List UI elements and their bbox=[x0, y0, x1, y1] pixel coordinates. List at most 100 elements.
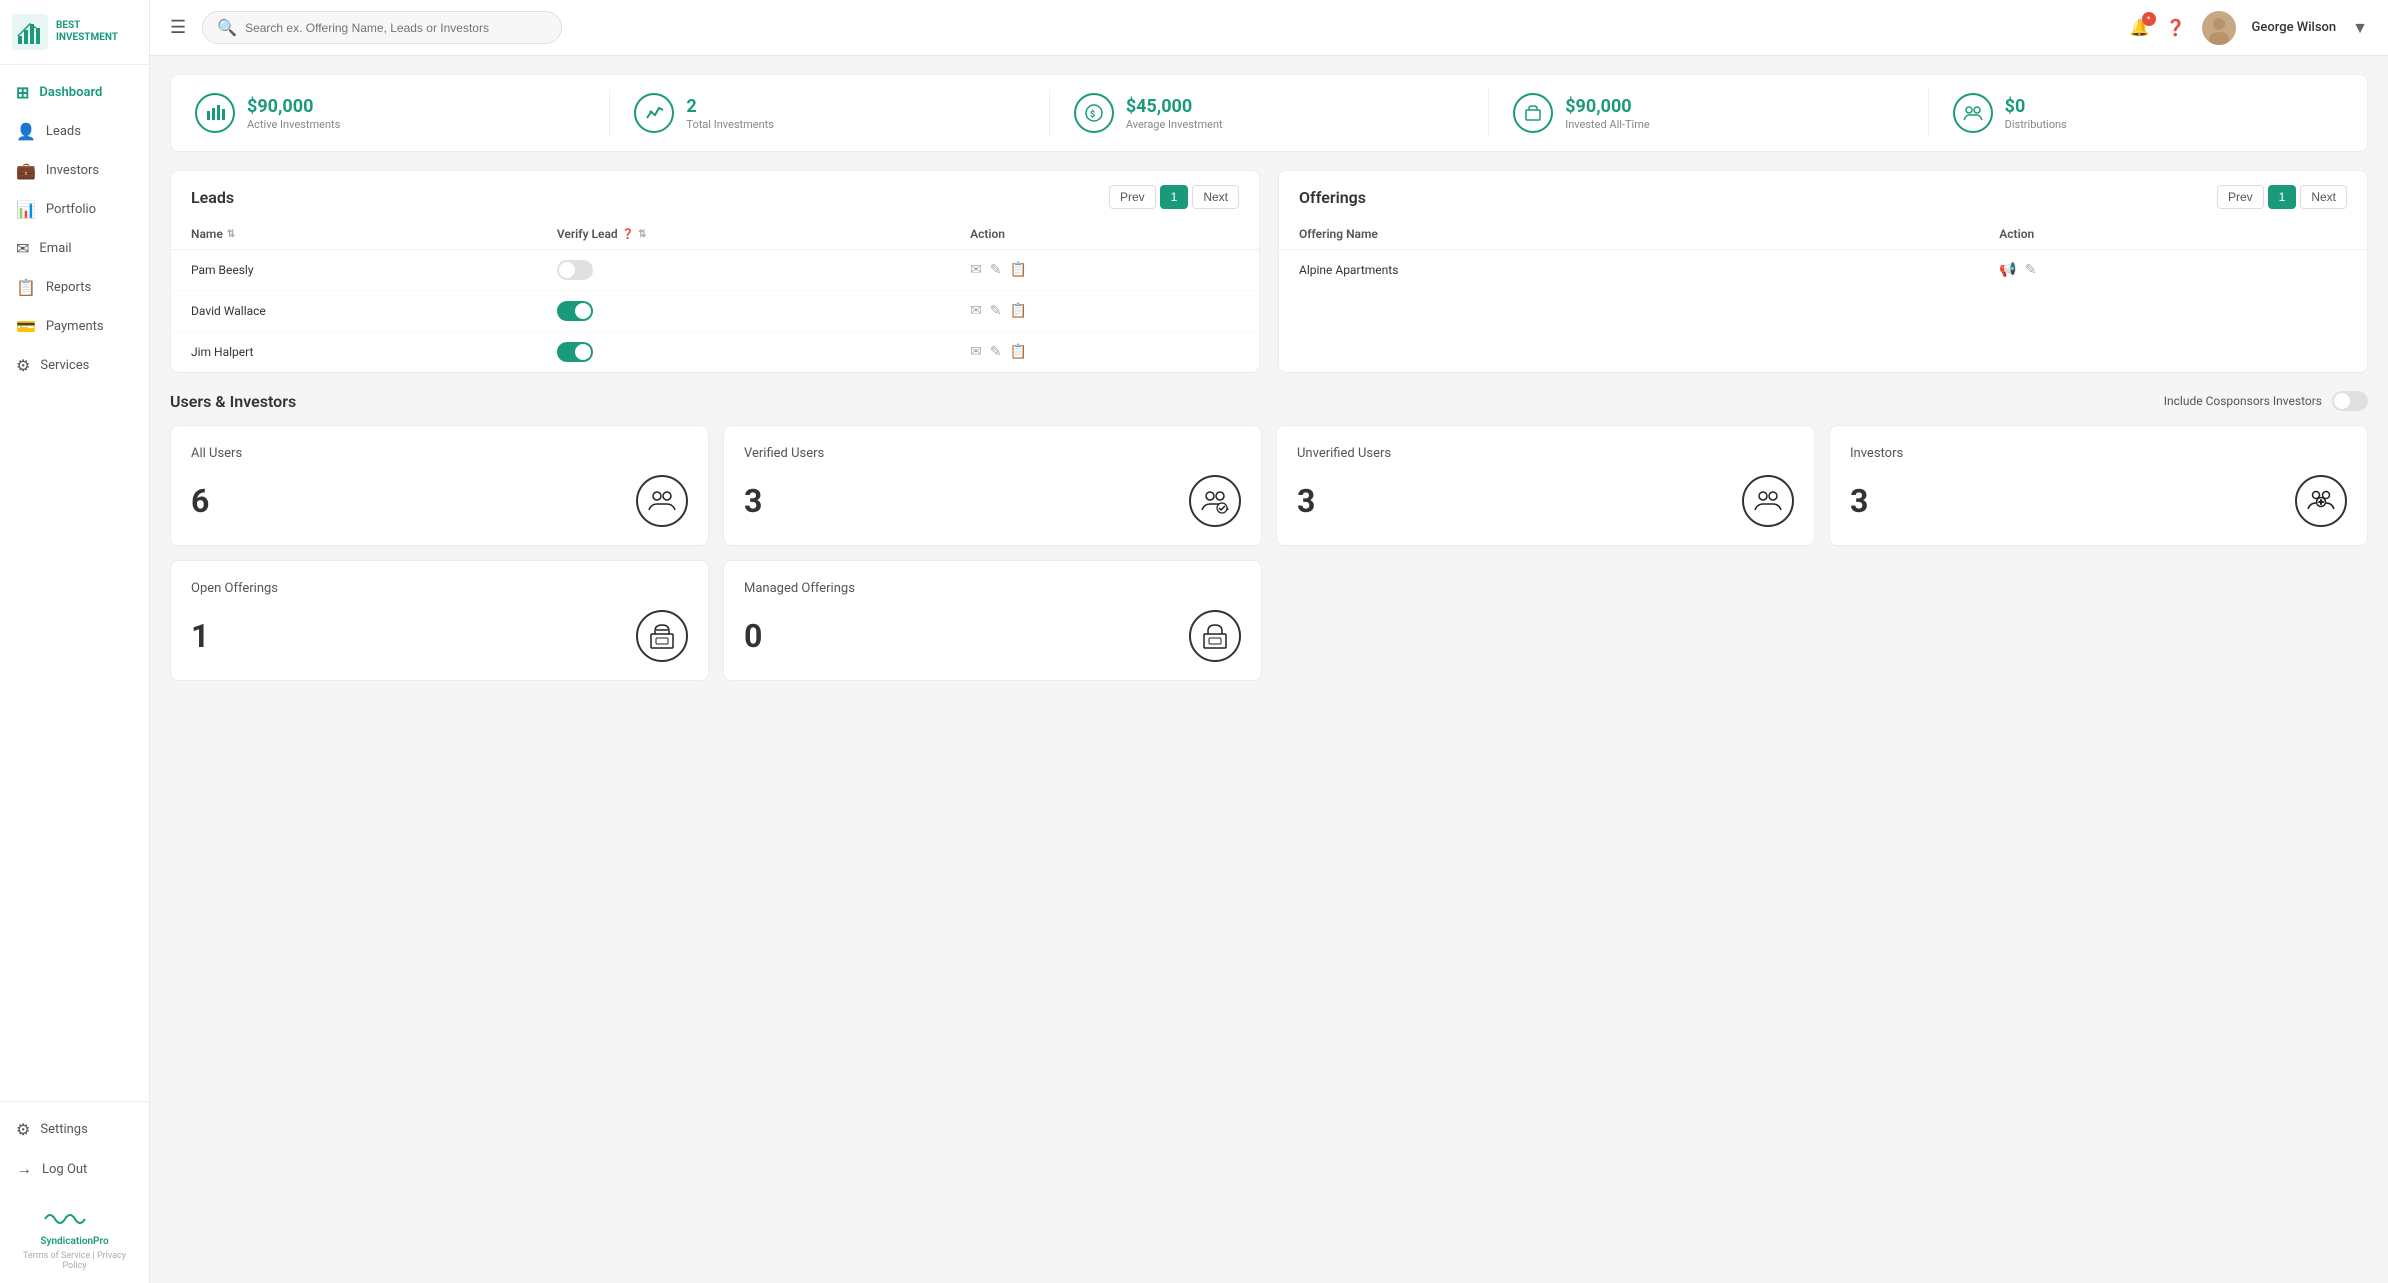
leads-prev-button[interactable]: Prev bbox=[1109, 185, 1156, 209]
managed-offerings-content: 0 bbox=[744, 610, 1241, 662]
all-users-icon bbox=[636, 475, 688, 527]
sidebar-item-settings[interactable]: ⚙ Settings bbox=[0, 1110, 149, 1149]
cosponsors-toggle-container: Include Cosponsors Investors bbox=[2164, 391, 2368, 411]
managed-offerings-card[interactable]: Managed Offerings 0 bbox=[723, 560, 1262, 681]
email-action-icon[interactable]: ✉ bbox=[970, 262, 982, 278]
sidebar-item-logout[interactable]: → Log Out bbox=[0, 1149, 149, 1189]
offerings-prev-button[interactable]: Prev bbox=[2217, 185, 2264, 209]
notification-badge: 🔔 * bbox=[2130, 18, 2150, 37]
distributions-label: Distributions bbox=[2005, 118, 2067, 131]
sidebar-item-portfolio[interactable]: 📊 Portfolio bbox=[0, 190, 149, 229]
leads-next-button[interactable]: Next bbox=[1192, 185, 1239, 209]
average-investment-label: Average Investment bbox=[1126, 118, 1223, 131]
unverified-users-title: Unverified Users bbox=[1297, 446, 1794, 461]
verify-help-icon[interactable]: ❓ bbox=[622, 229, 634, 240]
lead-actions: ✉ ✎ 📋 bbox=[970, 262, 1239, 278]
sidebar-item-leads[interactable]: 👤 Leads bbox=[0, 112, 149, 151]
copy-action-icon[interactable]: 📋 bbox=[1010, 303, 1027, 319]
table-row: Alpine Apartments 📢 ✎ bbox=[1279, 250, 2367, 291]
total-investments-value: 2 bbox=[686, 96, 774, 117]
svg-text:$: $ bbox=[1090, 109, 1095, 120]
search-input[interactable] bbox=[245, 21, 547, 35]
user-menu-icon[interactable]: ▼ bbox=[2352, 18, 2368, 38]
lead-name: Pam Beesly bbox=[171, 250, 537, 291]
menu-icon[interactable]: ☰ bbox=[170, 17, 186, 38]
edit-action-icon[interactable]: ✎ bbox=[990, 262, 1002, 278]
unverified-users-card[interactable]: Unverified Users 3 bbox=[1276, 425, 1815, 546]
services-icon: ⚙ bbox=[16, 356, 30, 375]
main-content: ☰ 🔍 🔔 * ❓ George Wilson ▼ bbox=[150, 0, 2388, 1283]
offerings-page-1-button[interactable]: 1 bbox=[2268, 185, 2297, 209]
two-col-section: Leads Prev 1 Next Name ⇅ bbox=[170, 170, 2368, 373]
verify-sort-icon[interactable]: ⇅ bbox=[638, 229, 646, 240]
verify-toggle-jim[interactable] bbox=[557, 342, 593, 362]
email-action-icon[interactable]: ✉ bbox=[970, 344, 982, 360]
offerings-next-button[interactable]: Next bbox=[2300, 185, 2347, 209]
terms-link[interactable]: Terms of Service bbox=[23, 1251, 90, 1261]
sidebar-item-services[interactable]: ⚙ Services bbox=[0, 346, 149, 385]
avatar bbox=[2202, 11, 2236, 45]
email-action-icon[interactable]: ✉ bbox=[970, 303, 982, 319]
investors-card[interactable]: Investors 3 bbox=[1829, 425, 2368, 546]
verify-toggle-david[interactable] bbox=[557, 301, 593, 321]
all-users-card[interactable]: All Users 6 bbox=[170, 425, 709, 546]
edit-offering-icon[interactable]: ✎ bbox=[2025, 262, 2037, 278]
leads-action-header: Action bbox=[950, 219, 1259, 250]
broadcast-action-icon[interactable]: 📢 bbox=[1999, 262, 2016, 278]
leads-name-header: Name ⇅ bbox=[171, 219, 537, 250]
edit-action-icon[interactable]: ✎ bbox=[990, 303, 1002, 319]
table-row: Jim Halpert ✉ ✎ 📋 bbox=[171, 332, 1259, 373]
sidebar-item-email[interactable]: ✉ Email bbox=[0, 229, 149, 268]
payments-icon: 💳 bbox=[16, 317, 36, 336]
offerings-table: Offering Name Action Alpine Apartments 📢… bbox=[1279, 219, 2367, 290]
leads-panel-header: Leads Prev 1 Next bbox=[171, 171, 1259, 219]
sidebar-item-investors[interactable]: 💼 Investors bbox=[0, 151, 149, 190]
offerings-cards-grid: Open Offerings 1 bbox=[170, 560, 2368, 681]
sidebar-item-label: Payments bbox=[46, 319, 104, 334]
average-investment-icon: $ bbox=[1074, 93, 1114, 133]
stat-active-investments[interactable]: $90,000 Active Investments bbox=[171, 89, 610, 137]
leads-title: Leads bbox=[191, 188, 234, 207]
all-users-content: 6 bbox=[191, 475, 688, 527]
cosponsors-toggle[interactable] bbox=[2332, 391, 2368, 411]
search-bar[interactable]: 🔍 bbox=[202, 11, 562, 44]
stats-bar: $90,000 Active Investments 2 Total Inves… bbox=[170, 74, 2368, 152]
copy-action-icon[interactable]: 📋 bbox=[1010, 262, 1027, 278]
users-investors-section: Users & Investors Include Cosponsors Inv… bbox=[170, 391, 2368, 681]
offering-action-header: Action bbox=[1979, 219, 2367, 250]
verify-toggle-pam[interactable] bbox=[557, 260, 593, 280]
stat-distributions[interactable]: $0 Distributions bbox=[1929, 89, 2367, 137]
leads-page-1-button[interactable]: 1 bbox=[1160, 185, 1189, 209]
sidebar-item-label: Reports bbox=[46, 280, 91, 295]
stat-total-investments[interactable]: 2 Total Investments bbox=[610, 89, 1049, 137]
reports-icon: 📋 bbox=[16, 278, 36, 297]
investors-card-icon bbox=[2295, 475, 2347, 527]
copy-action-icon[interactable]: 📋 bbox=[1010, 344, 1027, 360]
verified-users-card[interactable]: Verified Users 3 bbox=[723, 425, 1262, 546]
total-investments-label: Total Investments bbox=[686, 118, 774, 131]
managed-offerings-title: Managed Offerings bbox=[744, 581, 1241, 596]
stat-invested-all-time[interactable]: $90,000 Invested All-Time bbox=[1489, 89, 1928, 137]
sidebar-item-dashboard[interactable]: ⊞ Dashboard bbox=[0, 73, 149, 112]
investors-card-number: 3 bbox=[1850, 482, 1868, 520]
empty-slot-2 bbox=[1829, 560, 2368, 681]
verified-users-number: 3 bbox=[744, 482, 762, 520]
help-icon[interactable]: ❓ bbox=[2166, 18, 2186, 37]
leads-panel: Leads Prev 1 Next Name ⇅ bbox=[170, 170, 1260, 373]
leads-icon: 👤 bbox=[16, 122, 36, 141]
sidebar-footer: SyndicationPro Terms of Service | Privac… bbox=[0, 1193, 149, 1283]
notification-count: * bbox=[2142, 12, 2156, 26]
name-sort-icon[interactable]: ⇅ bbox=[227, 229, 235, 240]
open-offerings-card[interactable]: Open Offerings 1 bbox=[170, 560, 709, 681]
sidebar-item-reports[interactable]: 📋 Reports bbox=[0, 268, 149, 307]
user-name: George Wilson bbox=[2252, 20, 2337, 35]
stat-average-investment[interactable]: $ $45,000 Average Investment bbox=[1050, 89, 1489, 137]
lead-verify-toggle bbox=[537, 291, 950, 332]
offerings-pagination: Prev 1 Next bbox=[2217, 185, 2347, 209]
edit-action-icon[interactable]: ✎ bbox=[990, 344, 1002, 360]
active-investments-icon bbox=[195, 93, 235, 133]
sidebar-item-payments[interactable]: 💳 Payments bbox=[0, 307, 149, 346]
table-row: David Wallace ✉ ✎ 📋 bbox=[171, 291, 1259, 332]
sidebar-item-label: Services bbox=[40, 358, 89, 373]
sidebar-bottom: ⚙ Settings → Log Out bbox=[0, 1101, 149, 1193]
